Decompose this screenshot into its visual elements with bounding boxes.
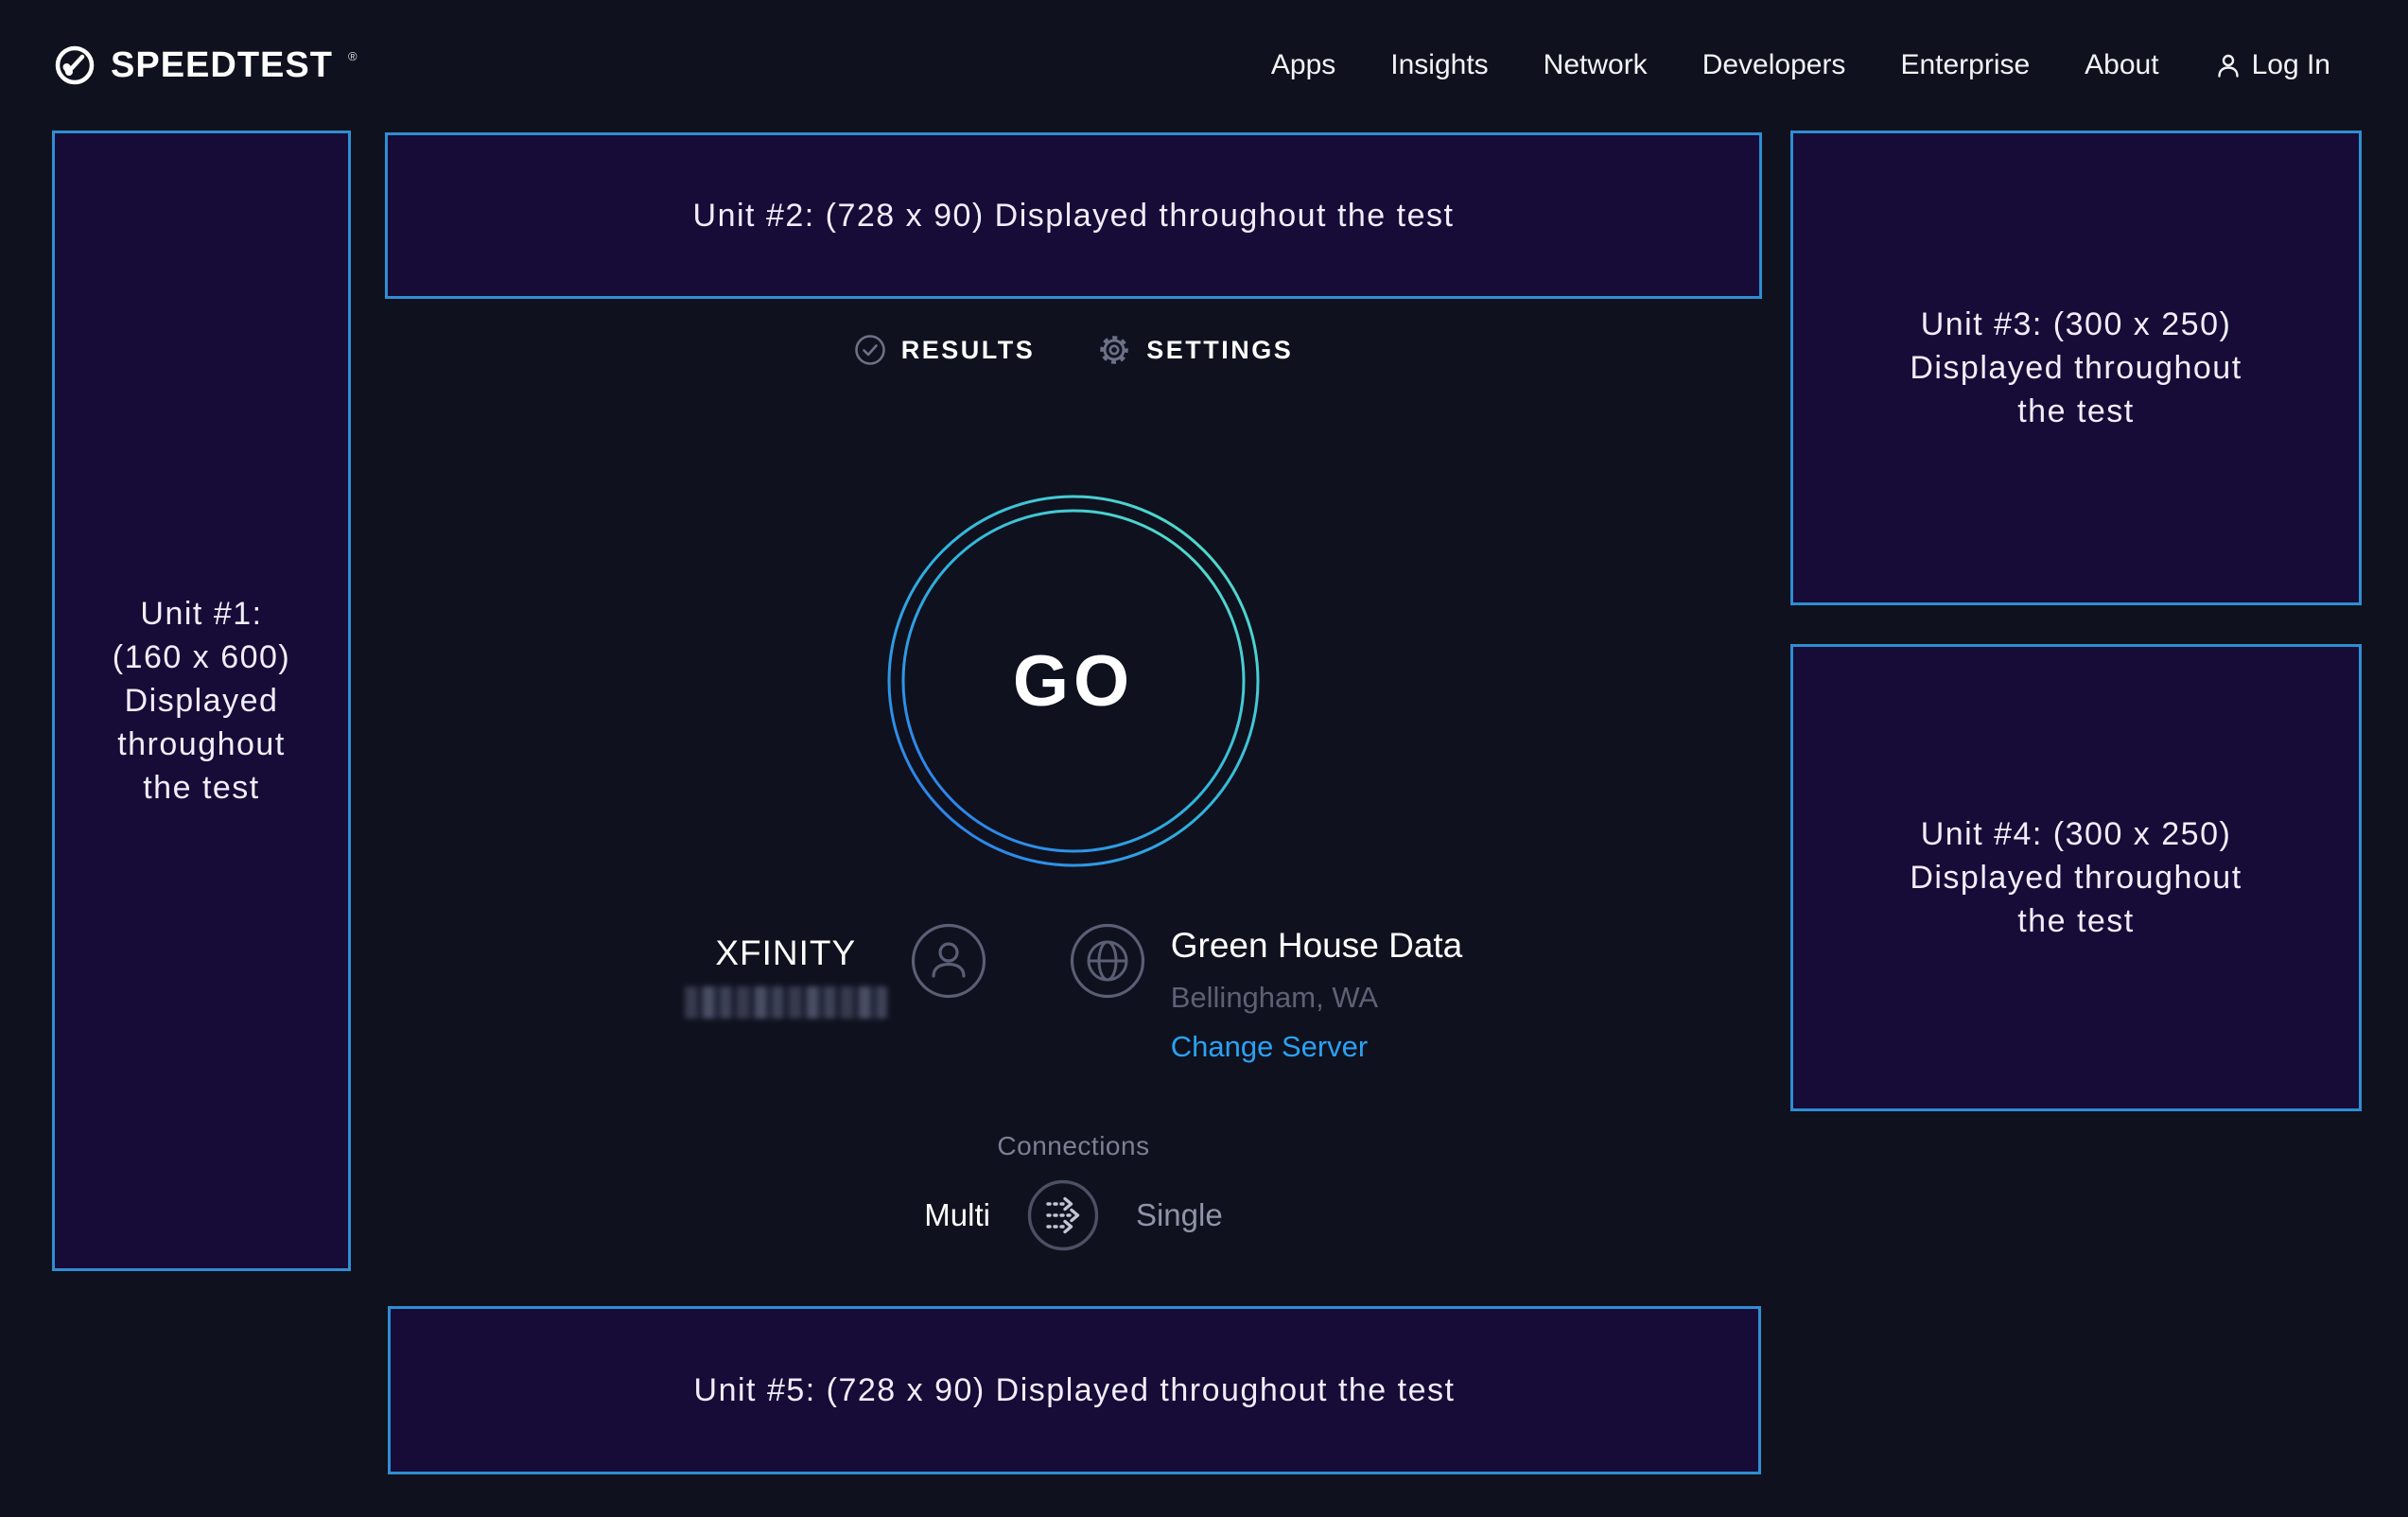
tab-results-label: RESULTS [901, 336, 1036, 365]
go-button[interactable]: GO [886, 494, 1261, 868]
tab-settings[interactable]: SETTINGS [1097, 333, 1293, 367]
gear-icon [1097, 333, 1131, 367]
speedtest-logo[interactable]: SPEEDTEST ® [52, 43, 356, 88]
tab-settings-label: SETTINGS [1146, 336, 1293, 365]
nav-item-about[interactable]: About [2085, 49, 2158, 81]
login-button[interactable]: Log In [2214, 49, 2330, 81]
avatar-icon [910, 922, 987, 1000]
isp-details-redacted [685, 986, 887, 1019]
server-name: Green House Data [1171, 926, 1463, 966]
nav-item-enterprise[interactable]: Enterprise [1900, 49, 2030, 81]
server-block: Green House Data Bellingham, WA Change S… [1069, 922, 1463, 1064]
results-settings-tabs: RESULTS SETTINGS [385, 333, 1762, 367]
nav-item-developers[interactable]: Developers [1702, 49, 1846, 81]
ad-unit-3-line: Displayed throughout [1910, 346, 2242, 390]
ad-unit-3[interactable]: Unit #3: (300 x 250) Displayed throughou… [1790, 131, 2362, 605]
ad-unit-1-line: Displayed [125, 679, 279, 723]
nav-item-network[interactable]: Network [1544, 49, 1648, 81]
nav-item-insights[interactable]: Insights [1390, 49, 1488, 81]
change-server-link[interactable]: Change Server [1171, 1030, 1463, 1064]
ad-unit-5-text: Unit #5: (728 x 90) Displayed throughout… [694, 1369, 1456, 1412]
server-text: Green House Data Bellingham, WA Change S… [1171, 922, 1463, 1064]
top-nav: SPEEDTEST ® Apps Insights Network Develo… [0, 0, 2408, 131]
ad-unit-3-line: the test [2017, 390, 2135, 433]
isp-block: XFINITY [685, 922, 987, 1019]
login-label: Log In [2252, 49, 2330, 81]
connections-label: Connections [385, 1131, 1762, 1161]
ad-unit-3-line: Unit #3: (300 x 250) [1921, 303, 2232, 346]
ad-unit-4[interactable]: Unit #4: (300 x 250) Displayed throughou… [1790, 644, 2362, 1111]
ad-unit-5[interactable]: Unit #5: (728 x 90) Displayed throughout… [388, 1306, 1761, 1474]
ad-unit-1-line: Unit #1: [140, 592, 262, 636]
isp-name: XFINITY [715, 933, 856, 973]
logo-wordmark: SPEEDTEST [111, 45, 333, 86]
ad-unit-2-text: Unit #2: (728 x 90) Displayed throughout… [693, 194, 1455, 237]
ad-unit-1-line: throughout [117, 723, 286, 766]
connections-single-label[interactable]: Single [1136, 1197, 1223, 1233]
connection-info-row: XFINITY Green House Data Bellingham, WA … [385, 922, 1762, 1064]
go-label: GO [886, 494, 1261, 868]
check-circle-icon [854, 334, 886, 366]
user-icon [2214, 51, 2242, 79]
connections-toggle[interactable] [1026, 1178, 1100, 1252]
nav-menu: Apps Insights Network Developers Enterpr… [1271, 49, 2330, 81]
ad-unit-4-line: Displayed throughout [1910, 856, 2242, 899]
ad-unit-2[interactable]: Unit #2: (728 x 90) Displayed throughout… [385, 132, 1762, 299]
tab-results[interactable]: RESULTS [854, 334, 1036, 366]
trademark-symbol: ® [348, 49, 358, 63]
connections-multi-label[interactable]: Multi [924, 1197, 990, 1233]
connections-toggle-row: Multi Single [385, 1178, 1762, 1252]
multi-connection-arrows-icon [1026, 1178, 1100, 1252]
isp-text: XFINITY [685, 922, 887, 1019]
speedometer-icon [52, 43, 97, 88]
globe-icon [1069, 922, 1146, 1000]
ad-unit-1-line: the test [143, 766, 260, 810]
ad-unit-4-line: Unit #4: (300 x 250) [1921, 812, 2232, 856]
ad-unit-1-line: (160 x 600) [113, 636, 291, 679]
ad-unit-4-line: the test [2017, 899, 2135, 943]
go-button-area: GO [385, 494, 1762, 868]
server-location: Bellingham, WA [1171, 981, 1463, 1015]
nav-item-apps[interactable]: Apps [1271, 49, 1335, 81]
ad-unit-1[interactable]: Unit #1: (160 x 600) Displayed throughou… [52, 131, 351, 1271]
